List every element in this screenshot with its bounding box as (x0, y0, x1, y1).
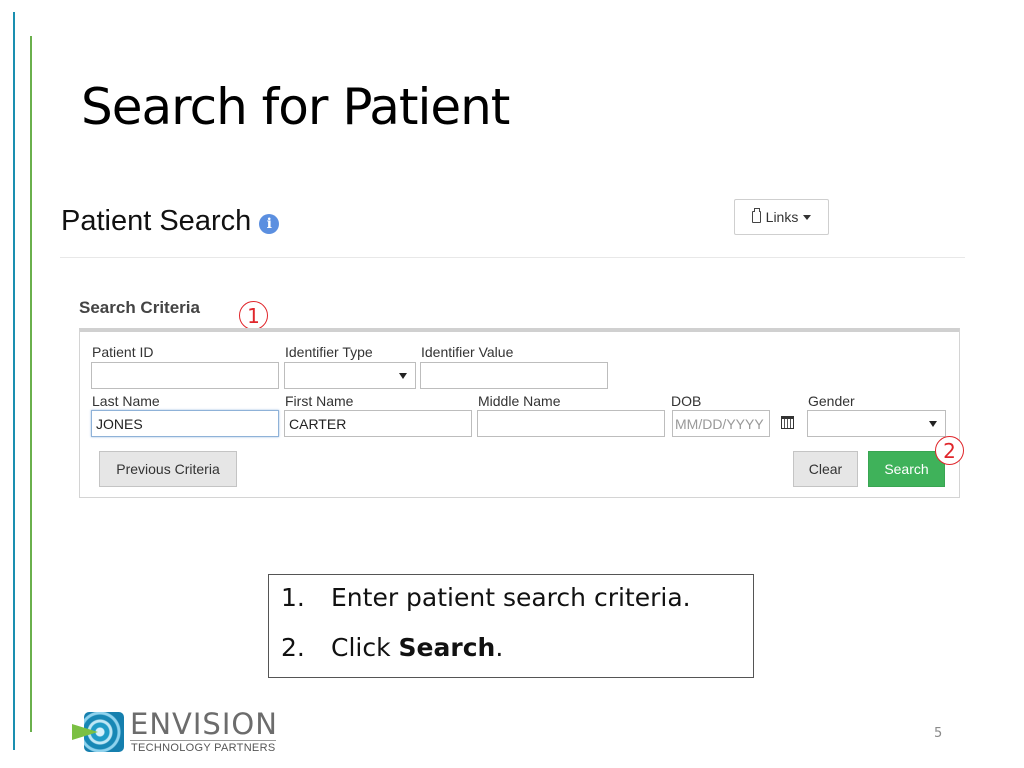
dropdown-arrow-icon (399, 373, 407, 379)
instruction-bold: Search (398, 633, 496, 662)
identifier-type-select[interactable] (284, 362, 416, 389)
last-name-label: Last Name (92, 393, 160, 409)
calendar-icon[interactable] (781, 416, 794, 429)
instruction-prefix: Click (331, 633, 399, 662)
annotation-step-2: 2 (935, 436, 964, 465)
clear-button[interactable]: Clear (793, 451, 858, 487)
envision-logo: ENVISION TECHNOLOGY PARTNERS (72, 707, 282, 757)
info-icon[interactable]: i (259, 213, 280, 234)
dob-label: DOB (671, 393, 702, 409)
middle-name-label: Middle Name (478, 393, 561, 409)
last-name-input[interactable]: JONES (91, 410, 279, 437)
identifier-value-input[interactable] (420, 362, 608, 389)
clipboard-icon (751, 208, 761, 223)
heading-divider (60, 257, 965, 258)
identifier-value-label: Identifier Value (421, 344, 514, 360)
middle-name-input[interactable] (477, 410, 665, 437)
search-criteria-title: Search Criteria (79, 298, 200, 317)
gender-select[interactable] (807, 410, 946, 437)
accent-bar-blue (13, 12, 15, 750)
first-name-label: First Name (285, 393, 354, 409)
previous-criteria-button[interactable]: Previous Criteria (99, 451, 237, 487)
first-name-input[interactable]: CARTER (284, 410, 472, 437)
gender-label: Gender (808, 393, 855, 409)
logo-arrow-icon (72, 724, 98, 740)
logo-divider (130, 740, 276, 741)
instruction-text: Enter patient search criteria. (331, 583, 691, 612)
page-heading-text: Patient Search (61, 205, 252, 237)
dropdown-arrow-icon (929, 421, 937, 427)
instruction-text: Click Search. (331, 633, 503, 662)
slide-title: Search for Patient (81, 78, 510, 136)
identifier-type-label: Identifier Type (285, 344, 373, 360)
instruction-number: 1. (281, 583, 305, 612)
caret-down-icon (803, 214, 812, 220)
search-button[interactable]: Search (868, 451, 945, 487)
instruction-number: 2. (281, 633, 305, 662)
instructions-box: 1. Enter patient search criteria. 2. Cli… (268, 574, 754, 678)
instruction-suffix: . (495, 633, 504, 662)
annotation-step-1: 1 (239, 301, 268, 330)
patient-id-input[interactable] (91, 362, 279, 389)
patient-id-label: Patient ID (92, 344, 154, 360)
instruction-step-2: 2. Click Search. (281, 633, 503, 662)
logo-tagline: TECHNOLOGY PARTNERS (131, 742, 276, 754)
dob-input[interactable]: MM/DD/YYYY (672, 410, 770, 437)
links-label: Links (765, 209, 799, 225)
logo-name: ENVISION (130, 707, 278, 741)
page-heading: Patient Search i (61, 205, 280, 238)
page-number: 5 (934, 726, 943, 741)
links-dropdown-button[interactable]: Links (734, 199, 829, 235)
accent-bar-green (30, 36, 32, 732)
instruction-step-1: 1. Enter patient search criteria. (281, 583, 691, 612)
